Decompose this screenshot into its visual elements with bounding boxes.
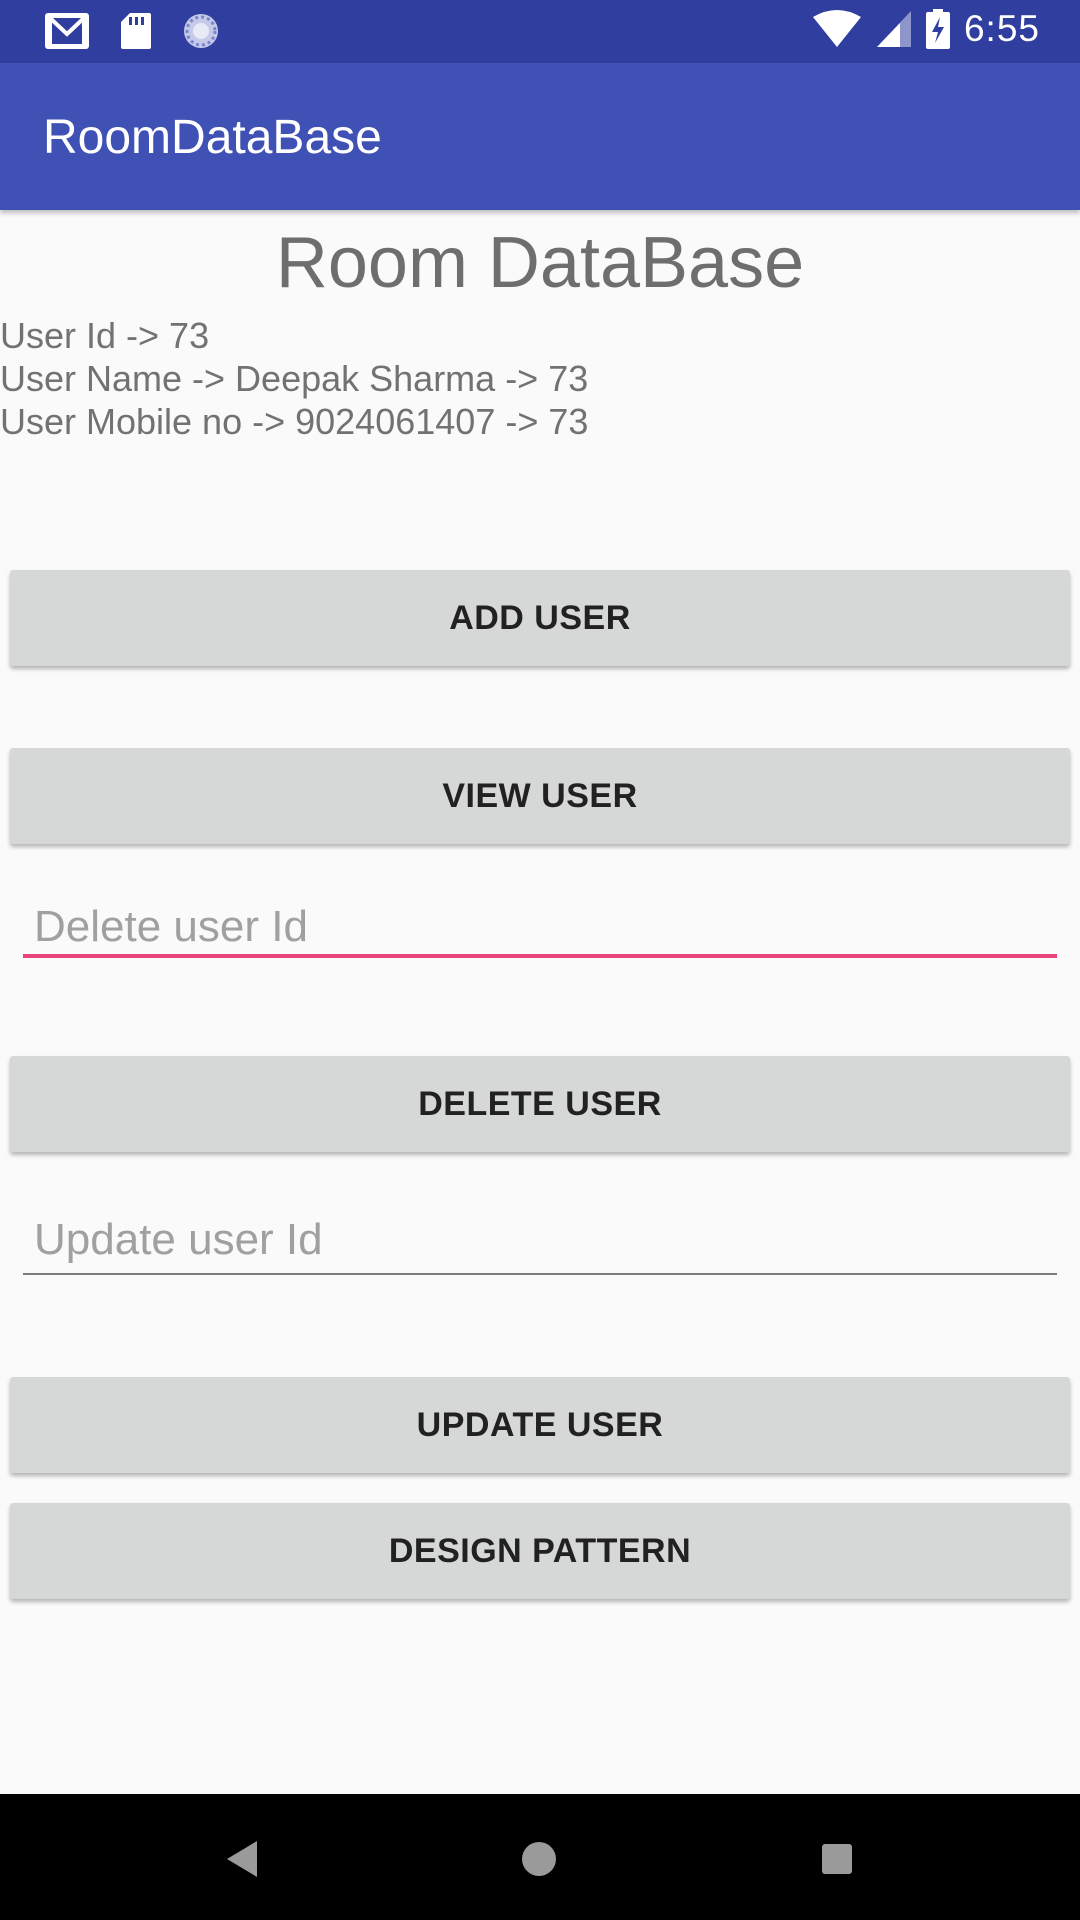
sync-progress-icon	[182, 12, 220, 50]
delete-user-id-field[interactable]	[23, 892, 1057, 966]
back-icon	[227, 1841, 257, 1877]
recents-button[interactable]	[802, 1824, 872, 1894]
update-field-underline	[23, 1273, 1057, 1275]
cell-signal-icon	[876, 10, 912, 48]
home-button[interactable]	[504, 1824, 574, 1894]
home-icon	[522, 1842, 556, 1876]
battery-charging-icon	[925, 9, 950, 49]
app-title: RoomDataBase	[43, 111, 382, 164]
design-pattern-button[interactable]: DESIGN PATTERN	[10, 1503, 1070, 1599]
page-heading: Room DataBase	[275, 223, 805, 303]
status-left-icons	[44, 12, 220, 50]
status-time: 6:55	[963, 8, 1040, 49]
user-name-text: User Name -> Deepak Sharma -> 73	[0, 358, 589, 399]
gmail-icon	[44, 12, 90, 50]
update-user-button[interactable]: UPDATE USER	[10, 1377, 1070, 1473]
navigation-bar	[0, 1794, 1080, 1920]
app-bar: RoomDataBase	[0, 63, 1080, 210]
add-user-button[interactable]: ADD USER	[10, 570, 1070, 666]
update-user-id-field[interactable]	[23, 1205, 1057, 1279]
delete-user-button[interactable]: DELETE USER	[10, 1056, 1070, 1152]
delete-user-id-input[interactable]	[23, 892, 1057, 962]
view-user-button[interactable]: VIEW USER	[10, 748, 1070, 844]
back-button[interactable]	[206, 1824, 276, 1894]
recents-icon	[822, 1844, 852, 1874]
status-right-icons: 6:55	[812, 8, 1040, 50]
user-id-text: User Id -> 73	[0, 315, 210, 356]
delete-field-underline	[23, 954, 1057, 958]
wifi-icon	[812, 9, 862, 49]
sd-card-icon	[120, 12, 152, 50]
status-bar: 6:55	[0, 0, 1080, 63]
user-mobile-text: User Mobile no -> 9024061407 -> 73	[0, 401, 589, 442]
update-user-id-input[interactable]	[23, 1205, 1057, 1275]
